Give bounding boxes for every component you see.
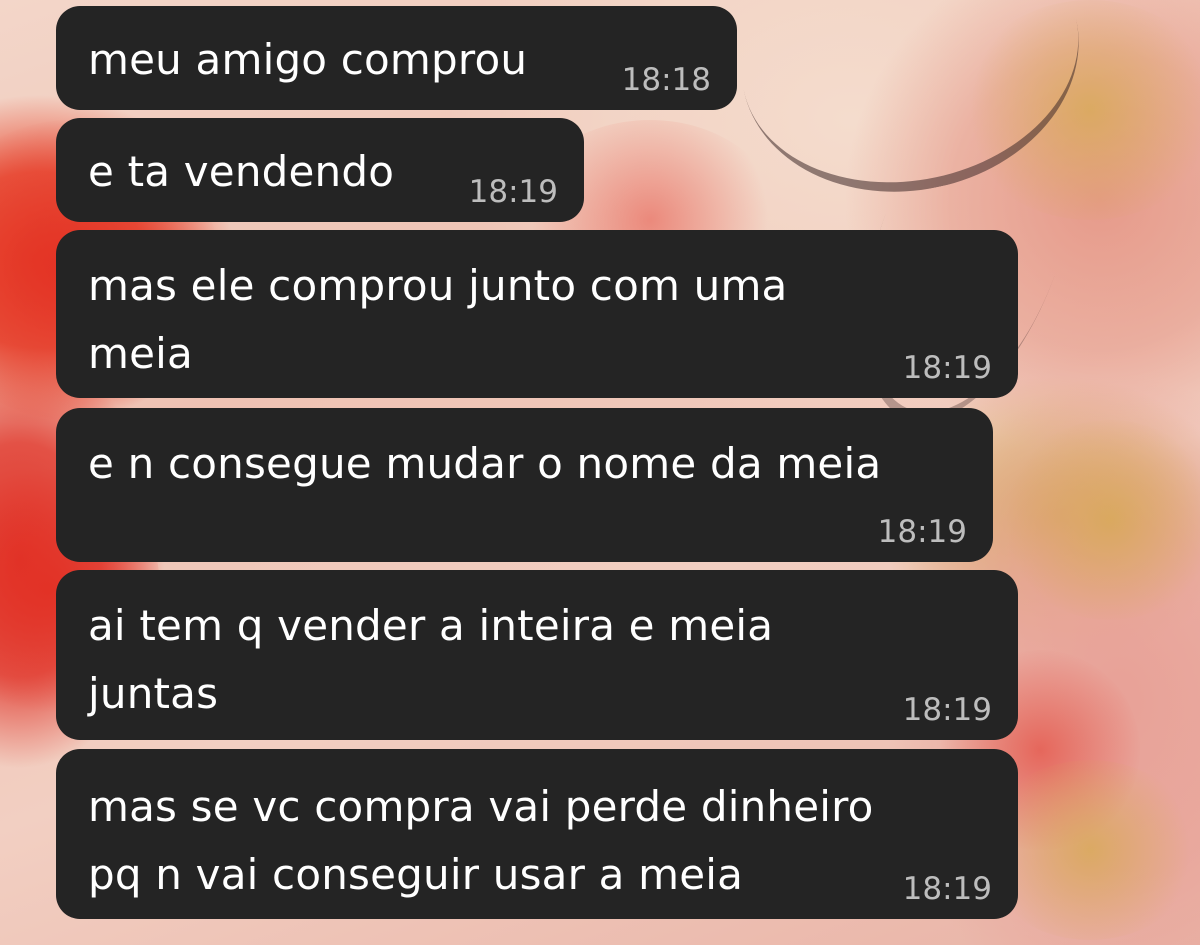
message-bubble[interactable]: mas se vc compra vai perde dinheiro pq n… [56,749,1018,919]
message-text: meu amigo comprou [88,35,528,84]
message-bubble[interactable]: e n consegue mudar o nome da meia 18:19 [56,408,993,562]
message-text: mas se vc compra vai perde dinheiro pq n… [88,782,874,899]
message-text: ai tem q vender a inteira e meia juntas [88,601,774,718]
wallpaper-gold-pattern [1000,420,1200,620]
message-bubble[interactable]: ai tem q vender a inteira e meia juntas … [56,570,1018,740]
message-time: 18:19 [902,350,992,386]
message-time: 18:18 [621,62,711,98]
message-time: 18:19 [877,514,967,550]
message-bubble[interactable]: meu amigo comprou 18:18 [56,6,737,110]
message-bubble[interactable]: e ta vendendo 18:19 [56,118,584,222]
message-bubble[interactable]: mas ele comprou junto com uma meia 18:19 [56,230,1018,398]
message-text: e ta vendendo [88,147,395,196]
message-time: 18:19 [468,174,558,210]
message-time: 18:19 [902,692,992,728]
message-text: mas ele comprou junto com uma meia [88,261,788,378]
message-time: 18:19 [902,871,992,907]
message-text: e n consegue mudar o nome da meia [88,439,882,488]
